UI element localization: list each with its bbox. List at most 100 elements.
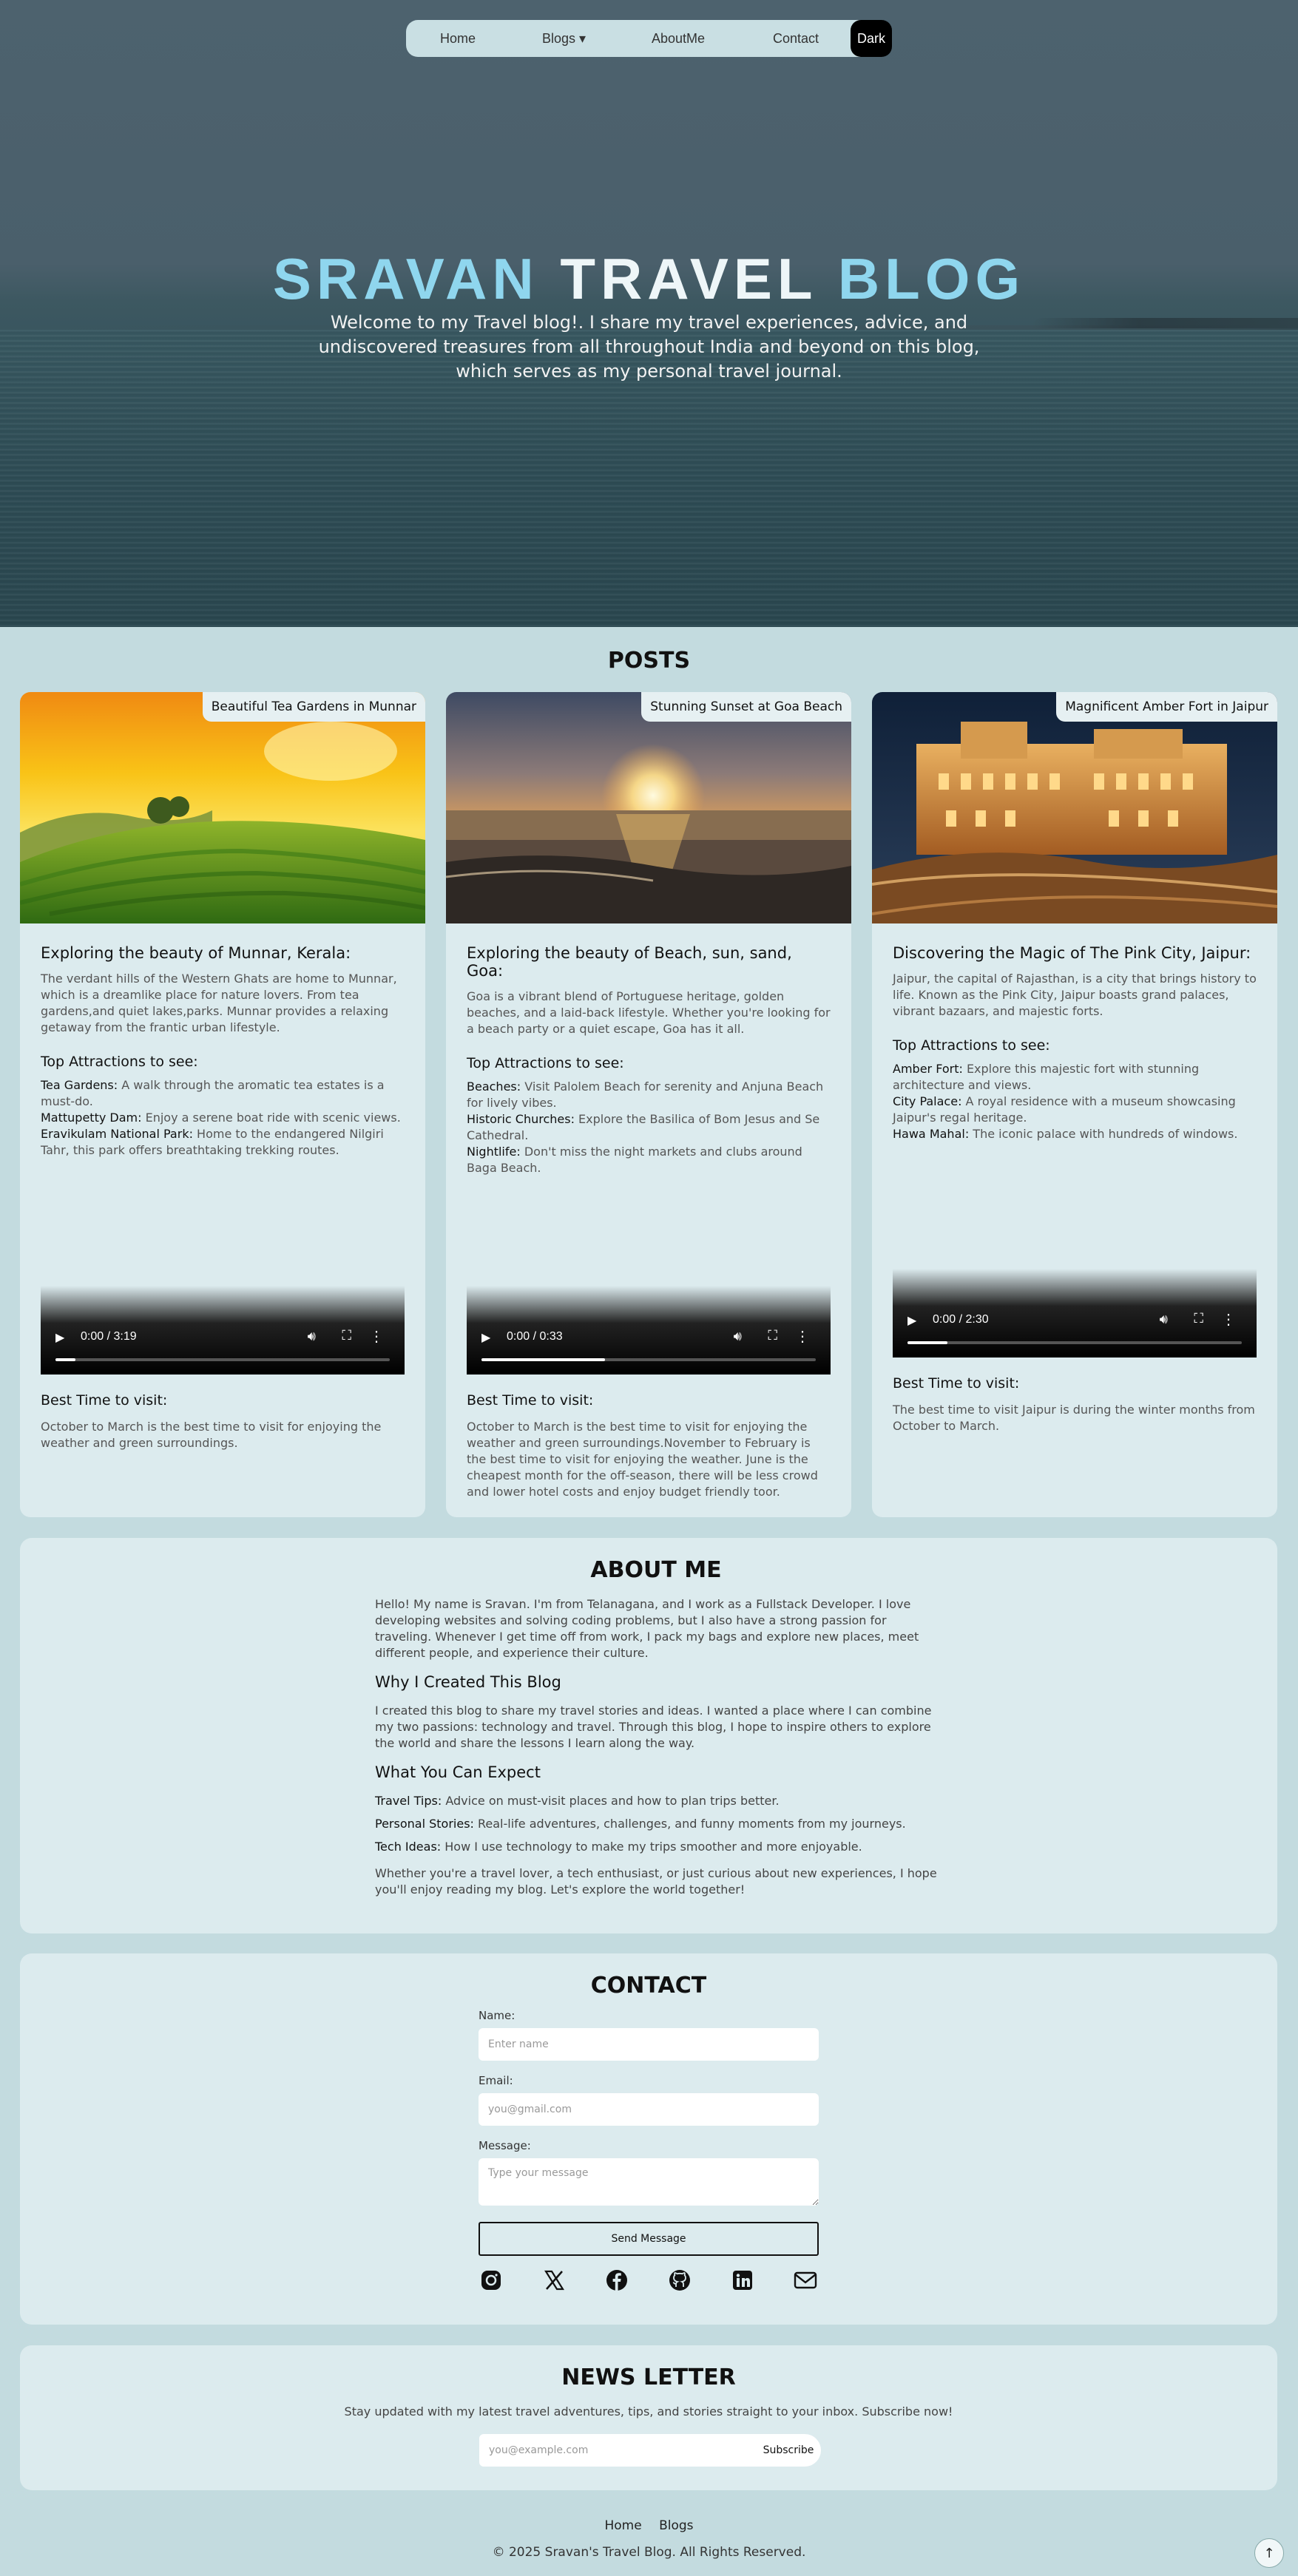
- distant-coast: [1032, 318, 1298, 328]
- name-field[interactable]: [479, 2028, 819, 2061]
- video-player[interactable]: ▶ 0:00 / 3:19 🔊︎ ⛶ ⋮: [41, 1286, 405, 1375]
- footer-blogs-link[interactable]: Blogs: [659, 2518, 693, 2533]
- message-label: Message:: [479, 2139, 531, 2152]
- best-time-heading: Best Time to visit:: [467, 1392, 594, 1409]
- attraction-item: Eravikulam National Park: Home to the en…: [41, 1126, 405, 1159]
- amber-fort-illustration: [872, 692, 1277, 923]
- attractions-list: Beaches: Visit Palolem Beach for serenit…: [467, 1079, 831, 1176]
- attraction-name: Amber Fort:: [893, 1062, 963, 1076]
- posts-heading: POSTS: [607, 648, 691, 674]
- best-time-text: October to March is the best time to vis…: [41, 1420, 382, 1450]
- best-time-section: Best Time to visit: October to March is …: [41, 1392, 405, 1451]
- fullscreen-icon[interactable]: ⛶: [1194, 1311, 1203, 1326]
- expect-item-name: Tech Ideas:: [375, 1840, 442, 1854]
- nav-blogs-dropdown[interactable]: Blogs ▾: [542, 31, 586, 47]
- best-time-section: Best Time to visit: The best time to vis…: [893, 1375, 1257, 1434]
- video-controls: ▶ 0:00 / 3:19 🔊︎ ⛶ ⋮: [41, 1317, 405, 1361]
- video-player[interactable]: ▶ 0:00 / 0:33 🔊︎ ⛶ ⋮: [467, 1286, 831, 1375]
- arrow-up-icon: ↑: [1263, 2545, 1275, 2561]
- goa-sunset-image: Stunning Sunset at Goa Beach: [446, 692, 851, 923]
- play-icon[interactable]: ▶: [481, 1330, 490, 1345]
- attraction-text: The iconic palace with hundreds of windo…: [969, 1127, 1238, 1141]
- volume-icon[interactable]: 🔊︎: [734, 1329, 742, 1344]
- hero-banner: Home Blogs ▾ AboutMe Contact Dark SRAVAN…: [0, 0, 1298, 627]
- attraction-text: Enjoy a serene boat ride with scenic vie…: [141, 1111, 401, 1125]
- instagram-icon[interactable]: [479, 2268, 504, 2293]
- post-description: The verdant hills of the Western Ghats a…: [41, 972, 397, 1034]
- play-icon[interactable]: ▶: [55, 1330, 64, 1345]
- video-time: 0:00 / 3:19: [81, 1330, 137, 1343]
- scroll-to-top-button[interactable]: ↑: [1254, 2538, 1284, 2568]
- video-progress-fill: [55, 1358, 76, 1361]
- best-time-section: Best Time to visit: October to March is …: [467, 1392, 831, 1500]
- post-description: Goa is a vibrant blend of Portuguese her…: [467, 989, 831, 1036]
- video-progress-bar[interactable]: [481, 1358, 816, 1361]
- newsletter-heading: NEWS LETTER: [561, 2365, 736, 2390]
- hero-title-part3: BLOG: [837, 246, 1026, 311]
- expect-item: Travel Tips: Advice on must-visit places…: [375, 1793, 937, 1809]
- video-progress-bar[interactable]: [907, 1341, 1242, 1344]
- attraction-item: Beaches: Visit Palolem Beach for serenit…: [467, 1079, 831, 1111]
- attractions-heading: Top Attractions to see:: [467, 1055, 624, 1071]
- name-label: Name:: [479, 2009, 516, 2022]
- nav-contact-link[interactable]: Contact: [773, 31, 819, 47]
- video-progress-bar[interactable]: [55, 1358, 390, 1361]
- attraction-name: Hawa Mahal:: [893, 1127, 970, 1141]
- hero-title-part1: SRAVAN: [272, 246, 539, 311]
- social-links: [479, 2268, 819, 2297]
- attraction-item: Amber Fort: Explore this majestic fort w…: [893, 1061, 1257, 1094]
- mail-icon[interactable]: [793, 2268, 818, 2293]
- email-field[interactable]: [479, 2093, 819, 2126]
- send-message-button[interactable]: Send Message: [479, 2222, 819, 2256]
- attraction-item: City Palace: A royal residence with a mu…: [893, 1094, 1257, 1126]
- attraction-name: Beaches:: [467, 1079, 521, 1094]
- more-options-icon[interactable]: ⋮: [1221, 1310, 1236, 1329]
- expect-item-text: Advice on must-visit places and how to p…: [442, 1794, 780, 1808]
- attraction-name: Tea Gardens:: [41, 1078, 118, 1092]
- subscribe-button[interactable]: Subscribe: [756, 2434, 821, 2467]
- nav-about-link[interactable]: AboutMe: [652, 31, 705, 47]
- email-label: Email:: [479, 2074, 513, 2087]
- dark-mode-toggle[interactable]: Dark: [851, 20, 892, 57]
- video-time: 0:00 / 0:33: [507, 1330, 563, 1343]
- attraction-item: Tea Gardens: A walk through the aromatic…: [41, 1077, 405, 1110]
- volume-icon[interactable]: 🔊︎: [1160, 1312, 1168, 1327]
- message-field[interactable]: [479, 2158, 819, 2206]
- attraction-name: Historic Churches:: [467, 1112, 575, 1126]
- more-options-icon[interactable]: ⋮: [369, 1327, 384, 1346]
- attraction-item: Nightlife: Don't miss the night markets …: [467, 1144, 831, 1176]
- image-caption: Beautiful Tea Gardens in Munnar: [202, 692, 425, 722]
- newsletter-email-input[interactable]: [479, 2434, 756, 2467]
- attraction-item: Mattupetty Dam: Enjoy a serene boat ride…: [41, 1110, 405, 1126]
- more-options-icon[interactable]: ⋮: [795, 1327, 810, 1346]
- fullscreen-icon[interactable]: ⛶: [768, 1328, 777, 1343]
- linkedin-icon[interactable]: [730, 2268, 755, 2293]
- why-text: I created this blog to share my travel s…: [375, 1704, 932, 1750]
- nav-home-link[interactable]: Home: [440, 31, 476, 47]
- footer-home-link[interactable]: Home: [604, 2518, 641, 2533]
- tea-garden-illustration: [20, 692, 425, 923]
- attraction-text: Visit Palolem Beach for serenity and Anj…: [467, 1079, 824, 1110]
- footer-links: Home Blogs: [0, 2518, 1298, 2533]
- video-player[interactable]: ▶ 0:00 / 2:30 🔊︎ ⛶ ⋮: [893, 1269, 1257, 1358]
- attraction-item: Hawa Mahal: The iconic palace with hundr…: [893, 1126, 1257, 1142]
- expect-item-text: How I use technology to make my trips sm…: [441, 1840, 862, 1854]
- post-card-munnar: Beautiful Tea Gardens in Munnar Explorin…: [20, 692, 425, 1517]
- facebook-icon[interactable]: [604, 2268, 629, 2293]
- about-intro: Hello! My name is Sravan. I'm from Telan…: [375, 1597, 919, 1660]
- volume-icon[interactable]: 🔊︎: [308, 1329, 316, 1344]
- about-closing: Whether you're a travel lover, a tech en…: [375, 1866, 937, 1897]
- attraction-name: Mattupetty Dam:: [41, 1111, 142, 1125]
- play-icon[interactable]: ▶: [907, 1313, 916, 1328]
- x-icon[interactable]: [541, 2268, 567, 2293]
- top-nav: Home Blogs ▾ AboutMe Contact Dark: [406, 20, 892, 57]
- post-title: Exploring the beauty of Beach, sun, sand…: [467, 944, 792, 980]
- post-title: Exploring the beauty of Munnar, Kerala:: [41, 944, 351, 962]
- attractions-list: Tea Gardens: A walk through the aromatic…: [41, 1077, 405, 1159]
- video-controls: ▶ 0:00 / 2:30 🔊︎ ⛶ ⋮: [893, 1300, 1257, 1344]
- github-icon[interactable]: [667, 2268, 692, 2293]
- newsletter-section: NEWS LETTER Stay updated with my latest …: [20, 2345, 1277, 2490]
- best-time-heading: Best Time to visit:: [41, 1392, 168, 1409]
- hero-title-part2: TRAVEL: [560, 246, 817, 311]
- fullscreen-icon[interactable]: ⛶: [342, 1328, 351, 1343]
